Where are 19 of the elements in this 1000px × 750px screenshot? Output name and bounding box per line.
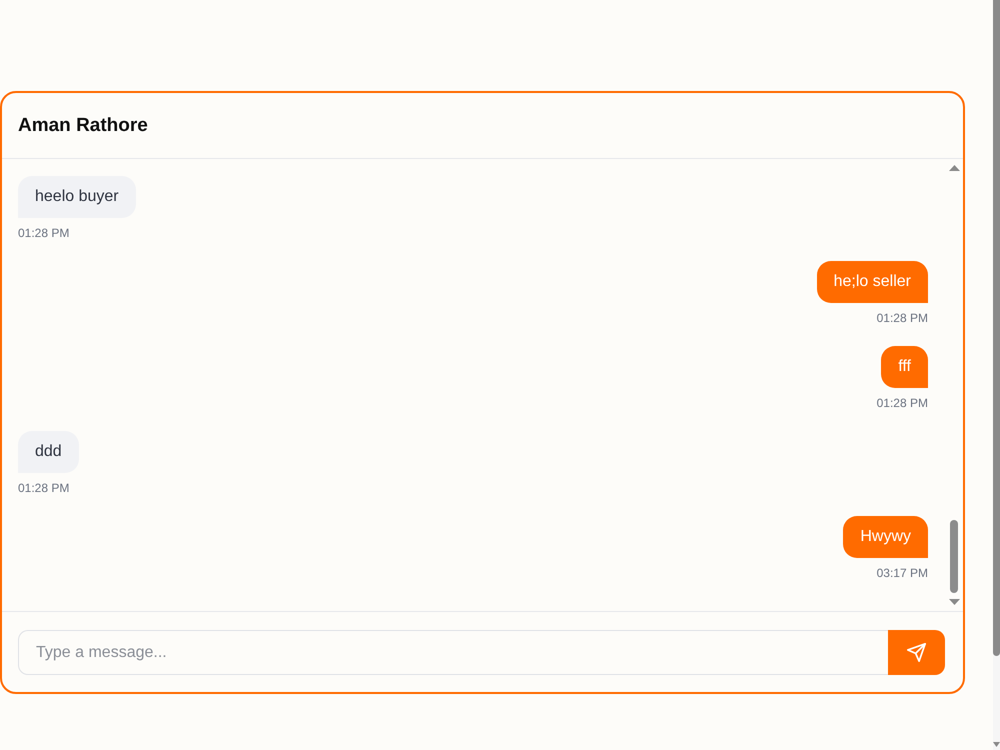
scrollbar-thumb[interactable] bbox=[950, 520, 958, 593]
message-bubble: ddd bbox=[18, 431, 79, 473]
scroll-up-icon[interactable] bbox=[948, 165, 960, 171]
message-time: 01:28 PM bbox=[876, 310, 928, 326]
message-time: 01:28 PM bbox=[18, 225, 70, 241]
message-time: 01:28 PM bbox=[876, 395, 928, 411]
send-icon bbox=[907, 643, 926, 662]
scroll-down-icon[interactable] bbox=[993, 742, 1000, 747]
send-button[interactable] bbox=[888, 630, 945, 675]
message-bubble: fff bbox=[881, 346, 928, 388]
message-time: 03:17 PM bbox=[876, 565, 928, 581]
page-scrollbar-thumb[interactable] bbox=[993, 0, 1000, 656]
message-bubble: Hwywy bbox=[843, 516, 928, 558]
message-bubble: heelo buyer bbox=[18, 176, 136, 218]
message-input[interactable]: Type a message... bbox=[18, 630, 888, 675]
message-bubble: he;lo seller bbox=[816, 261, 928, 303]
scroll-down-icon[interactable] bbox=[948, 599, 960, 605]
contact-name: Aman Rathore bbox=[18, 114, 148, 136]
message-time: 01:28 PM bbox=[18, 480, 70, 496]
